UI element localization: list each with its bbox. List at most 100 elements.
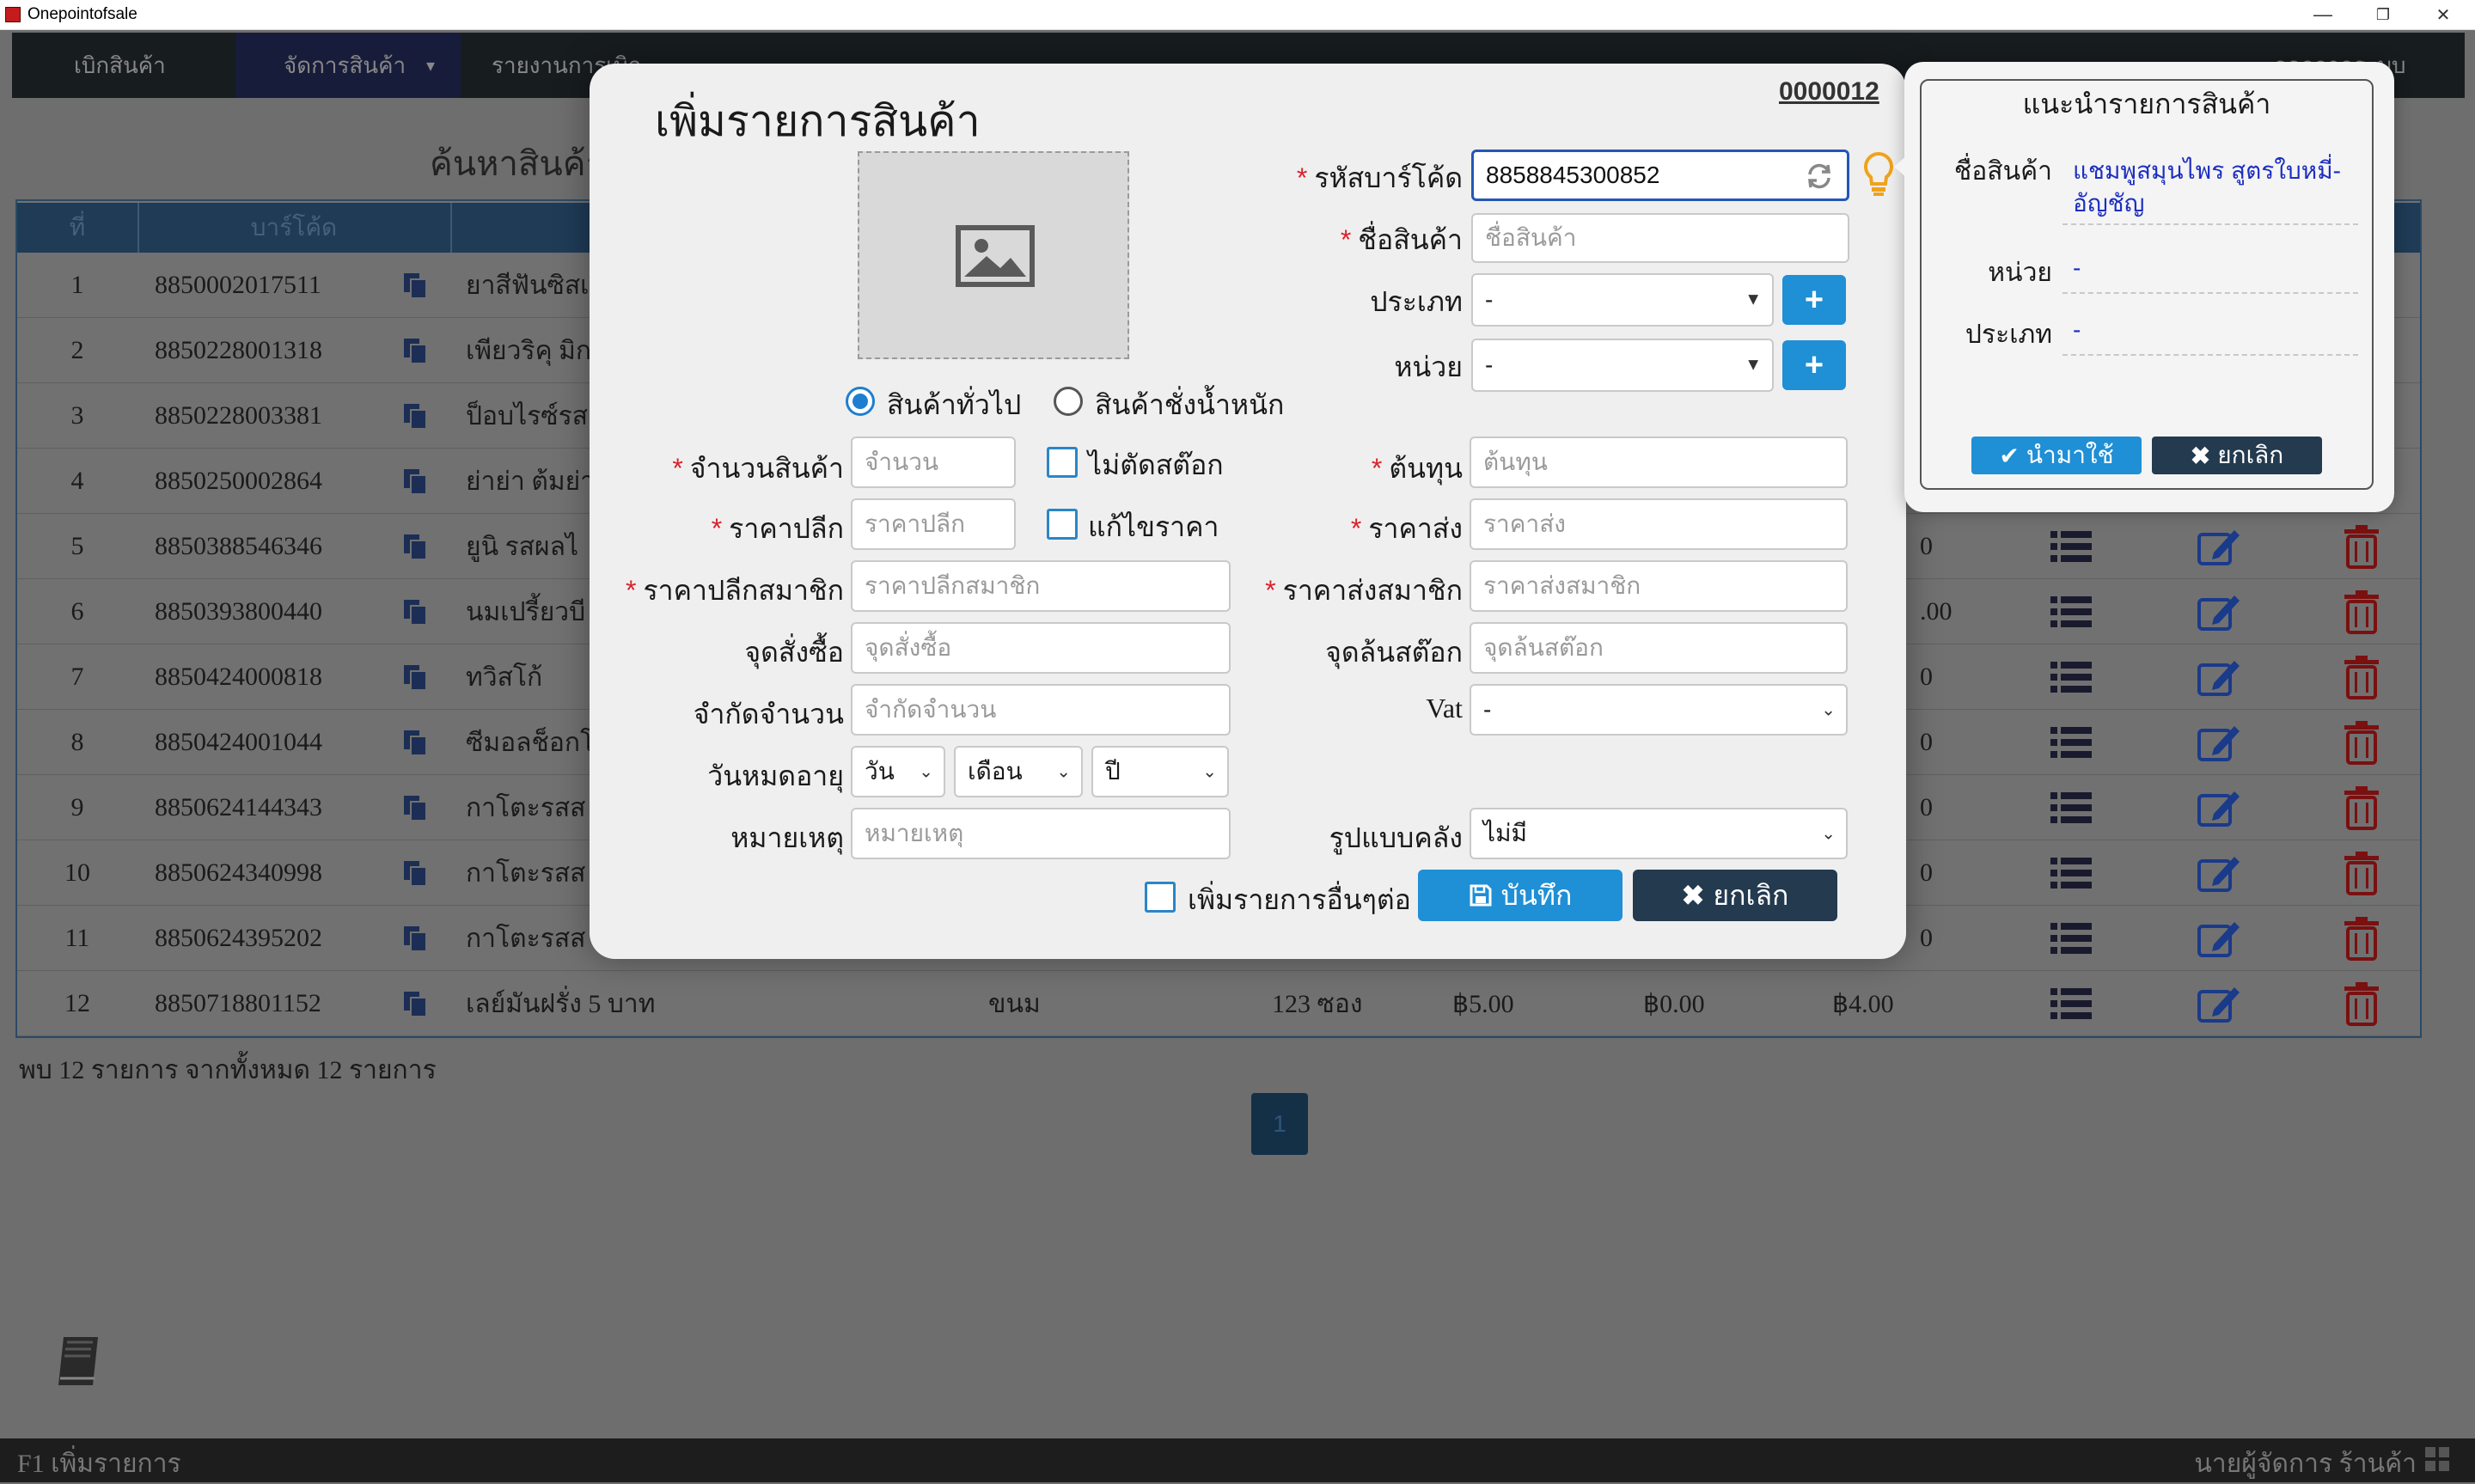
restore-button[interactable]: ❐	[2353, 0, 2413, 29]
trash-icon[interactable]	[2341, 840, 2382, 906]
wholesale-price-input[interactable]: ราคาส่ง	[1470, 498, 1848, 550]
copy-icon[interactable]	[402, 906, 428, 971]
expiry-month-select[interactable]: เดือน ⌄	[954, 746, 1083, 797]
add-category-button[interactable]: +	[1782, 275, 1846, 325]
grid-icon[interactable]	[2425, 1447, 2449, 1471]
expiry-year-select[interactable]: ปี ⌄	[1091, 746, 1229, 797]
edit-icon[interactable]	[2197, 840, 2241, 906]
close-button[interactable]: ✕	[2413, 0, 2473, 29]
row-number: 3	[70, 401, 84, 430]
warehouse-type-select[interactable]: ไม่มี ⌄	[1470, 808, 1848, 859]
edit-icon[interactable]	[2197, 906, 2241, 971]
pagination-page-1[interactable]: 1	[1251, 1093, 1308, 1155]
edit-icon[interactable]	[2197, 579, 2241, 644]
retail-price-input[interactable]: ราคาปลีก	[851, 498, 1016, 550]
use-label: นำมาใช้	[2026, 442, 2114, 468]
trash-icon[interactable]	[2341, 514, 2382, 579]
product-image-upload[interactable]	[858, 151, 1129, 359]
lightbulb-icon[interactable]	[1863, 151, 1894, 198]
expiry-day-select[interactable]: วัน ⌄	[851, 746, 945, 797]
list-icon[interactable]	[2050, 514, 2092, 579]
overstock-label: จุดล้นสต๊อก	[1325, 637, 1463, 668]
trash-icon[interactable]	[2341, 644, 2382, 710]
trash-icon[interactable]	[2341, 579, 2382, 644]
list-icon[interactable]	[2050, 840, 2092, 906]
reorder-point-input[interactable]: จุดสั่งซื้อ	[851, 622, 1231, 674]
add-more-checkbox[interactable]	[1145, 882, 1176, 913]
copy-icon[interactable]	[402, 710, 428, 775]
edit-icon[interactable]	[2197, 710, 2241, 775]
list-icon[interactable]	[2050, 971, 2092, 1036]
note-input[interactable]: หมายเหตุ	[851, 808, 1231, 859]
edit-price-checkbox[interactable]	[1047, 509, 1078, 540]
manual-book-icon[interactable]	[53, 1334, 103, 1389]
category-select[interactable]: - ▼	[1471, 273, 1774, 327]
copy-icon[interactable]	[402, 383, 428, 449]
chevron-down-icon: ▾	[426, 56, 436, 76]
barcode-input[interactable]: 8858845300852	[1471, 150, 1849, 201]
list-icon[interactable]	[2050, 775, 2092, 840]
copy-icon[interactable]	[402, 318, 428, 383]
use-suggestion-button[interactable]: ✔ นำมาใช้	[1971, 437, 2142, 474]
edit-icon[interactable]	[2197, 971, 2241, 1036]
trash-icon[interactable]	[2341, 710, 2382, 775]
copy-icon[interactable]	[402, 514, 428, 579]
vat-select[interactable]: - ⌄	[1470, 684, 1848, 736]
row-product-name: กาโตะรสส	[466, 793, 586, 822]
minimize-button[interactable]: —	[2293, 0, 2353, 29]
copy-icon[interactable]	[402, 840, 428, 906]
member-wholesale-input[interactable]: ราคาส่งสมาชิก	[1470, 560, 1848, 612]
trash-icon[interactable]	[2341, 906, 2382, 971]
quantity-input[interactable]: จำนวน	[851, 437, 1016, 488]
edit-icon[interactable]	[2197, 775, 2241, 840]
row-wholesale: ฿0.00	[1643, 989, 1705, 1018]
suggestion-cancel-button[interactable]: ✖ ยกเลิก	[2152, 437, 2322, 474]
overstock-input[interactable]: จุดล้นสต๊อก	[1470, 622, 1848, 674]
nav-item-withdraw[interactable]: เบิกสินค้า	[74, 33, 166, 98]
row-product-name: เลย์มันฝรั่ง 5 บาท	[466, 989, 656, 1018]
copy-icon[interactable]	[402, 579, 428, 644]
edit-icon[interactable]	[2197, 514, 2241, 579]
edit-price-label: แก้ไขราคา	[1088, 511, 1219, 542]
row-retail: 0	[1920, 532, 1933, 560]
note-label: หมายเหตุ	[730, 822, 844, 853]
radio-general-label: สินค้าทั่วไป	[887, 389, 1022, 420]
row-number: 8	[70, 728, 84, 756]
save-button[interactable]: บันทึก	[1418, 870, 1622, 921]
reorder-point-label: จุดสั่งซื้อ	[744, 637, 844, 668]
radio-general-product[interactable]	[846, 387, 875, 416]
member-retail-input[interactable]: ราคาปลีกสมาชิก	[851, 560, 1231, 612]
cancel-button[interactable]: ✖ ยกเลิก	[1633, 870, 1837, 921]
list-icon[interactable]	[2050, 579, 2092, 644]
copy-icon[interactable]	[402, 971, 428, 1036]
list-icon[interactable]	[2050, 906, 2092, 971]
add-unit-button[interactable]: +	[1782, 340, 1846, 390]
copy-icon[interactable]	[402, 775, 428, 840]
copy-icon[interactable]	[402, 449, 428, 514]
no-stock-cut-checkbox[interactable]	[1047, 447, 1078, 478]
radio-weighted-product[interactable]	[1054, 387, 1083, 416]
limit-quantity-input[interactable]: จำกัดจำนวน	[851, 684, 1231, 736]
list-icon[interactable]	[2050, 710, 2092, 775]
list-icon[interactable]	[2050, 644, 2092, 710]
trash-icon[interactable]	[2341, 775, 2382, 840]
cost-input[interactable]: ต้นทุน	[1470, 437, 1848, 488]
suggest-category-label: ประเภท	[1965, 321, 2052, 349]
copy-icon[interactable]	[402, 644, 428, 710]
product-code[interactable]: 0000012	[1779, 77, 1879, 107]
copy-icon[interactable]	[402, 253, 428, 318]
refresh-icon[interactable]	[1805, 162, 1834, 191]
table-row[interactable]: 12 8850718801152 เลย์มันฝรั่ง 5 บาท ขนม 123 …	[17, 971, 2420, 1036]
product-name-input[interactable]: ชื่อสินค้า	[1471, 213, 1849, 263]
trash-icon[interactable]	[2341, 971, 2382, 1036]
row-number: 7	[70, 663, 84, 691]
nav-item-manage-products[interactable]: จัดการสินค้า	[284, 33, 406, 98]
page-heading: ค้นหาสินค้า	[430, 145, 605, 183]
member-retail-label: * ราคาปลีกสมาชิก	[626, 575, 844, 606]
edit-icon[interactable]	[2197, 644, 2241, 710]
row-number: 2	[70, 336, 84, 364]
row-retail: .00	[1920, 597, 1952, 626]
divider	[2062, 292, 2358, 294]
suggest-name-value: แชมพูสมุนไพร สูตรใบหมี่-อัญชัญ	[2073, 157, 2342, 217]
unit-select[interactable]: - ▼	[1471, 339, 1774, 392]
